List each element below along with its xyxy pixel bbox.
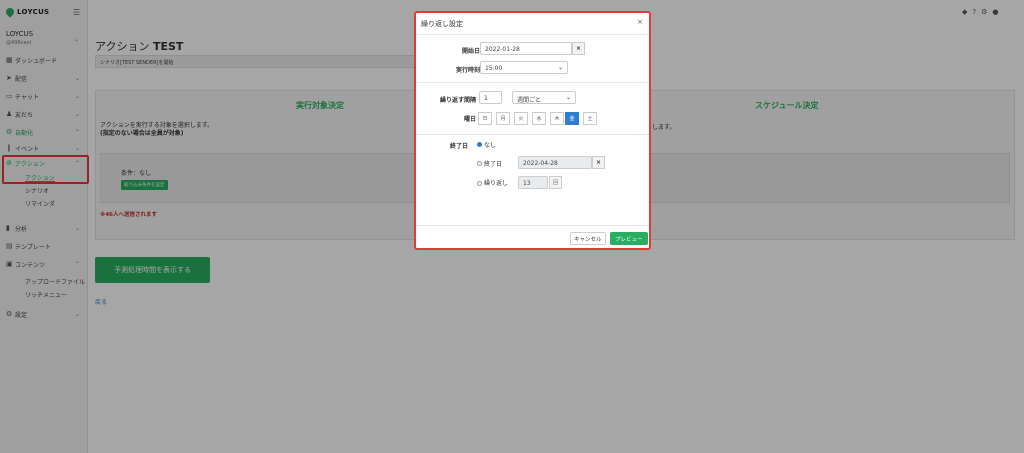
repeat-count-input[interactable]: 13 — [518, 176, 548, 189]
interval-label: 繰り返す間隔 — [439, 97, 476, 104]
preview-button[interactable]: プレビュー — [610, 232, 648, 245]
chevron-down-icon: ⌄ — [565, 94, 571, 101]
end-date-label: 終了日 — [484, 161, 503, 168]
weekday-label: 曜日 — [463, 116, 476, 123]
interval-input[interactable]: 1 — [479, 91, 502, 104]
repeat-settings-modal: 繰り返し設定 × 開始日 2022-01-28 × 実行時刻 15:00 ⌄ 繰… — [414, 11, 651, 250]
radio-icon — [477, 181, 482, 186]
end-none-radio[interactable]: なし — [477, 140, 496, 149]
start-date-input[interactable]: 2022-01-28 — [480, 42, 572, 55]
end-date-input[interactable]: 2022-04-28 — [518, 156, 592, 169]
end-label: 終了日 — [449, 143, 468, 150]
time-value: 15:00 — [485, 65, 503, 72]
clear-start-date-icon[interactable]: × — [572, 42, 585, 55]
time-select[interactable]: 15:00 ⌄ — [480, 61, 568, 74]
end-date-radio[interactable]: 終了日 — [477, 159, 502, 168]
day-tue[interactable]: 火 — [514, 112, 528, 125]
modal-title: 繰り返し設定 — [421, 20, 463, 28]
radio-selected-icon — [477, 142, 482, 147]
day-sat[interactable]: 土 — [583, 112, 597, 125]
day-mon[interactable]: 月 — [496, 112, 510, 125]
divider — [416, 134, 649, 135]
day-sun[interactable]: 日 — [478, 112, 492, 125]
interval-unit-select[interactable]: 週間ごと ⌄ — [512, 91, 576, 104]
time-label: 実行時刻 — [455, 67, 480, 74]
start-date-label: 開始日 — [461, 48, 480, 55]
repeat-count-radio[interactable]: 繰り返し — [477, 179, 513, 188]
modal-header: 繰り返し設定 × — [416, 13, 649, 35]
close-icon[interactable]: × — [637, 18, 643, 26]
divider — [416, 225, 649, 226]
radio-icon — [477, 161, 482, 166]
chevron-down-icon: ⌄ — [557, 64, 563, 71]
day-thu[interactable]: 木 — [550, 112, 564, 125]
interval-unit-value: 週間ごと — [517, 97, 542, 104]
day-wed[interactable]: 水 — [532, 112, 546, 125]
end-none-label: なし — [484, 142, 497, 149]
repeat-count-label: 繰り返し — [484, 180, 509, 187]
clear-end-date-icon[interactable]: × — [592, 156, 605, 169]
day-fri[interactable]: 金 — [565, 112, 579, 125]
repeat-unit: 回 — [549, 176, 562, 189]
cancel-button[interactable]: キャンセル — [570, 232, 606, 245]
divider — [416, 82, 649, 83]
